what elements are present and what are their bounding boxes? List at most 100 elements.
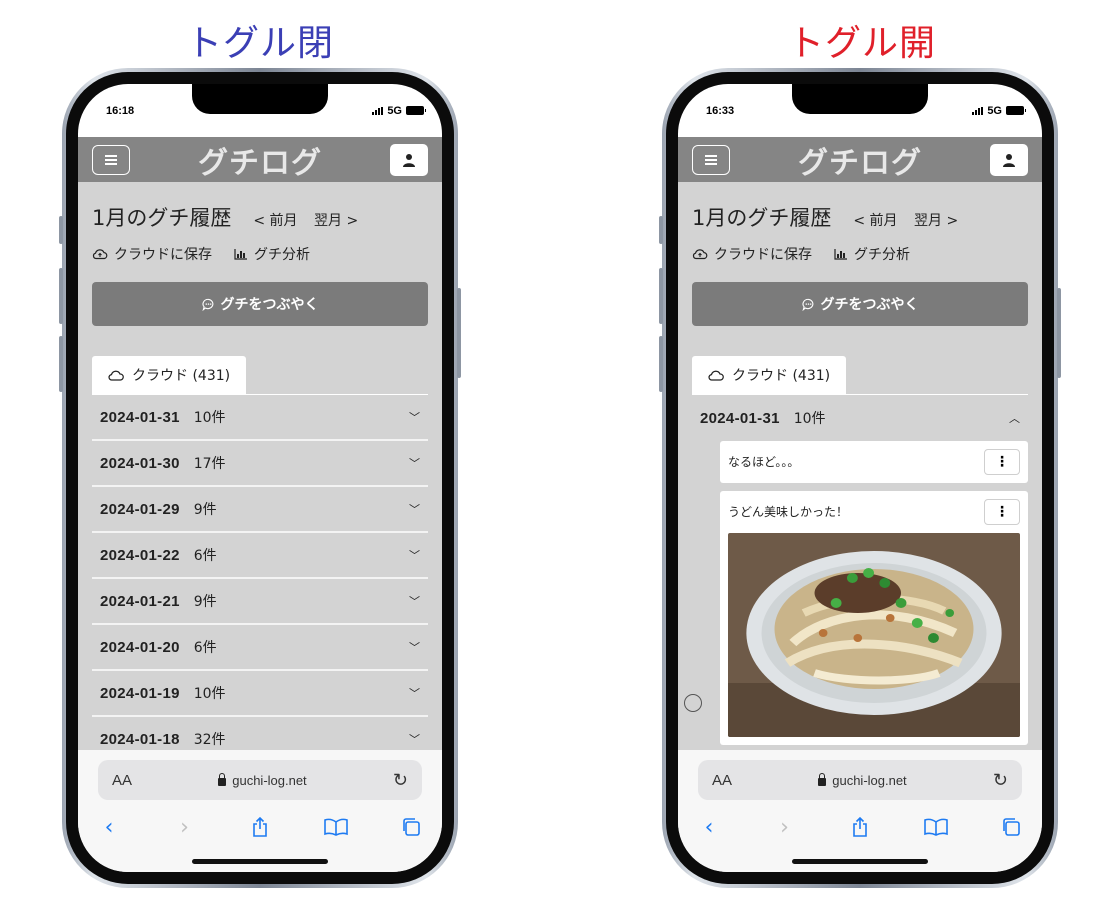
date-row-expanded[interactable]: 2024-01-31 10件 ︿ <box>692 395 1028 441</box>
date-row[interactable]: 2024-01-21 9件 ﹀ <box>92 579 428 625</box>
reader-aa-button[interactable]: AA <box>112 772 132 789</box>
bookmarks-icon[interactable] <box>919 814 953 840</box>
hamburger-menu-button[interactable] <box>692 145 730 175</box>
chat-bubble-icon <box>201 298 213 311</box>
date-label: 2024-01-22 <box>100 546 180 564</box>
lock-icon <box>218 772 227 786</box>
caption-toggle-closed: トグル閉 <box>186 23 335 64</box>
phone-right: 16:33 5G グチログ 1月のグチ履歴 < 前月 翌月 > クラウドに保存 … <box>659 68 1061 888</box>
app-logo[interactable]: グチログ <box>798 138 922 182</box>
prev-month-link[interactable]: < 前月 <box>853 213 897 229</box>
more-options-button[interactable]: ⋮ <box>984 449 1020 475</box>
date-row[interactable]: 2024-01-19 10件 ﹀ <box>92 671 428 717</box>
tabs-icon[interactable] <box>994 814 1028 840</box>
reload-icon[interactable]: ↻ <box>393 770 408 791</box>
analysis-link[interactable]: グチ分析 <box>234 244 310 264</box>
main-content: 1月のグチ履歴 < 前月 翌月 > クラウドに保存 グチ分析 グチをつぶやく ク… <box>678 182 1042 750</box>
reader-aa-button[interactable]: AA <box>712 772 732 789</box>
battery-icon <box>1006 106 1026 115</box>
post-card: うどん美味しかった！ ⋮ <box>720 491 1028 745</box>
date-row[interactable]: 2024-01-30 17件 ﹀ <box>92 441 428 487</box>
tab-cloud[interactable]: クラウド (431) <box>92 356 247 394</box>
status-time: 16:33 <box>706 104 735 117</box>
date-row[interactable]: 2024-01-18 32件 ﹀ <box>92 717 428 750</box>
user-button[interactable] <box>390 144 428 176</box>
camera-notch <box>792 84 928 114</box>
count-label: 10件 <box>193 410 226 426</box>
date-label: 2024-01-19 <box>100 684 180 702</box>
user-button[interactable] <box>990 144 1028 176</box>
share-icon[interactable] <box>843 814 877 840</box>
status-time: 16:18 <box>106 104 135 117</box>
date-row[interactable]: 2024-01-20 6件 ﹀ <box>92 625 428 671</box>
post-text: うどん美味しかった！ <box>728 505 849 519</box>
share-icon[interactable] <box>243 814 277 840</box>
count-label: 6件 <box>193 640 217 656</box>
chevron-down-icon: ﹀ <box>409 411 420 424</box>
chevron-down-icon: ﹀ <box>409 503 420 516</box>
tab-cloud[interactable]: クラウド (431) <box>692 356 847 394</box>
emoji-icon[interactable] <box>684 694 702 712</box>
chevron-down-icon: ﹀ <box>409 733 420 746</box>
chat-bubble-icon <box>801 298 813 311</box>
network-label: 5G <box>387 104 402 117</box>
next-month-link[interactable]: 翌月 > <box>314 213 358 229</box>
date-row[interactable]: 2024-01-22 6件 ﹀ <box>92 533 428 579</box>
bookmarks-icon[interactable] <box>319 814 353 840</box>
prev-month-link[interactable]: < 前月 <box>253 213 297 229</box>
app-header: グチログ <box>78 137 442 182</box>
address-bar[interactable]: AA guchi-log.net ↻ <box>698 760 1022 800</box>
post-text: なるほど。。。 <box>728 455 800 469</box>
main-content: 1月のグチ履歴 < 前月 翌月 > クラウドに保存 グチ分析 グチをつぶやく ク… <box>78 182 442 750</box>
user-icon <box>1003 154 1015 167</box>
count-label: 9件 <box>193 502 217 518</box>
url-text: guchi-log.net <box>832 772 907 788</box>
address-bar[interactable]: AA guchi-log.net ↻ <box>98 760 422 800</box>
hamburger-menu-button[interactable] <box>92 145 130 175</box>
count-label: 10件 <box>193 686 226 702</box>
signal-icon <box>372 106 384 115</box>
analysis-link[interactable]: グチ分析 <box>834 244 910 264</box>
chevron-down-icon: ﹀ <box>409 457 420 470</box>
post-grumble-button[interactable]: グチをつぶやく <box>692 282 1028 326</box>
cloud-icon <box>708 370 724 381</box>
date-label: 2024-01-21 <box>100 592 180 610</box>
screen-left: 16:18 5G グチログ 1月のグチ履歴 < 前月 翌月 > クラウドに保存 … <box>78 84 442 872</box>
next-month-link[interactable]: 翌月 > <box>914 213 958 229</box>
date-row[interactable]: 2024-01-29 9件 ﹀ <box>92 487 428 533</box>
cloud-upload-icon <box>692 249 708 260</box>
lock-icon <box>818 772 827 786</box>
battery-icon <box>406 106 426 115</box>
page-title: 1月のグチ履歴 <box>92 206 232 230</box>
cloud-upload-icon <box>92 249 108 260</box>
app-header: グチログ <box>678 137 1042 182</box>
signal-icon <box>972 106 984 115</box>
tabs-icon[interactable] <box>394 814 428 840</box>
home-indicator <box>792 859 928 864</box>
chevron-down-icon: ﹀ <box>409 595 420 608</box>
more-options-button[interactable]: ⋮ <box>984 499 1020 525</box>
forward-icon[interactable]: › <box>768 814 802 840</box>
app-logo[interactable]: グチログ <box>198 138 322 182</box>
cloud-icon <box>108 370 124 381</box>
forward-icon[interactable]: › <box>168 814 202 840</box>
back-icon[interactable]: ‹ <box>92 814 126 840</box>
page-title: 1月のグチ履歴 <box>692 206 832 230</box>
save-cloud-link[interactable]: クラウドに保存 <box>692 244 812 264</box>
post-grumble-button[interactable]: グチをつぶやく <box>92 282 428 326</box>
save-cloud-link[interactable]: クラウドに保存 <box>92 244 212 264</box>
chevron-down-icon: ﹀ <box>409 641 420 654</box>
date-label: 2024-01-30 <box>100 454 180 472</box>
reload-icon[interactable]: ↻ <box>993 770 1008 791</box>
url-text: guchi-log.net <box>232 772 307 788</box>
udon-photo[interactable] <box>728 533 1020 737</box>
bar-chart-icon <box>234 249 247 260</box>
bar-chart-icon <box>834 249 847 260</box>
back-icon[interactable]: ‹ <box>692 814 726 840</box>
user-icon <box>403 154 415 167</box>
date-label: 2024-01-31 <box>100 408 180 426</box>
count-label: 17件 <box>193 456 226 472</box>
date-label: 2024-01-29 <box>100 500 180 518</box>
count-label: 6件 <box>193 548 217 564</box>
date-row[interactable]: 2024-01-31 10件 ﹀ <box>92 395 428 441</box>
